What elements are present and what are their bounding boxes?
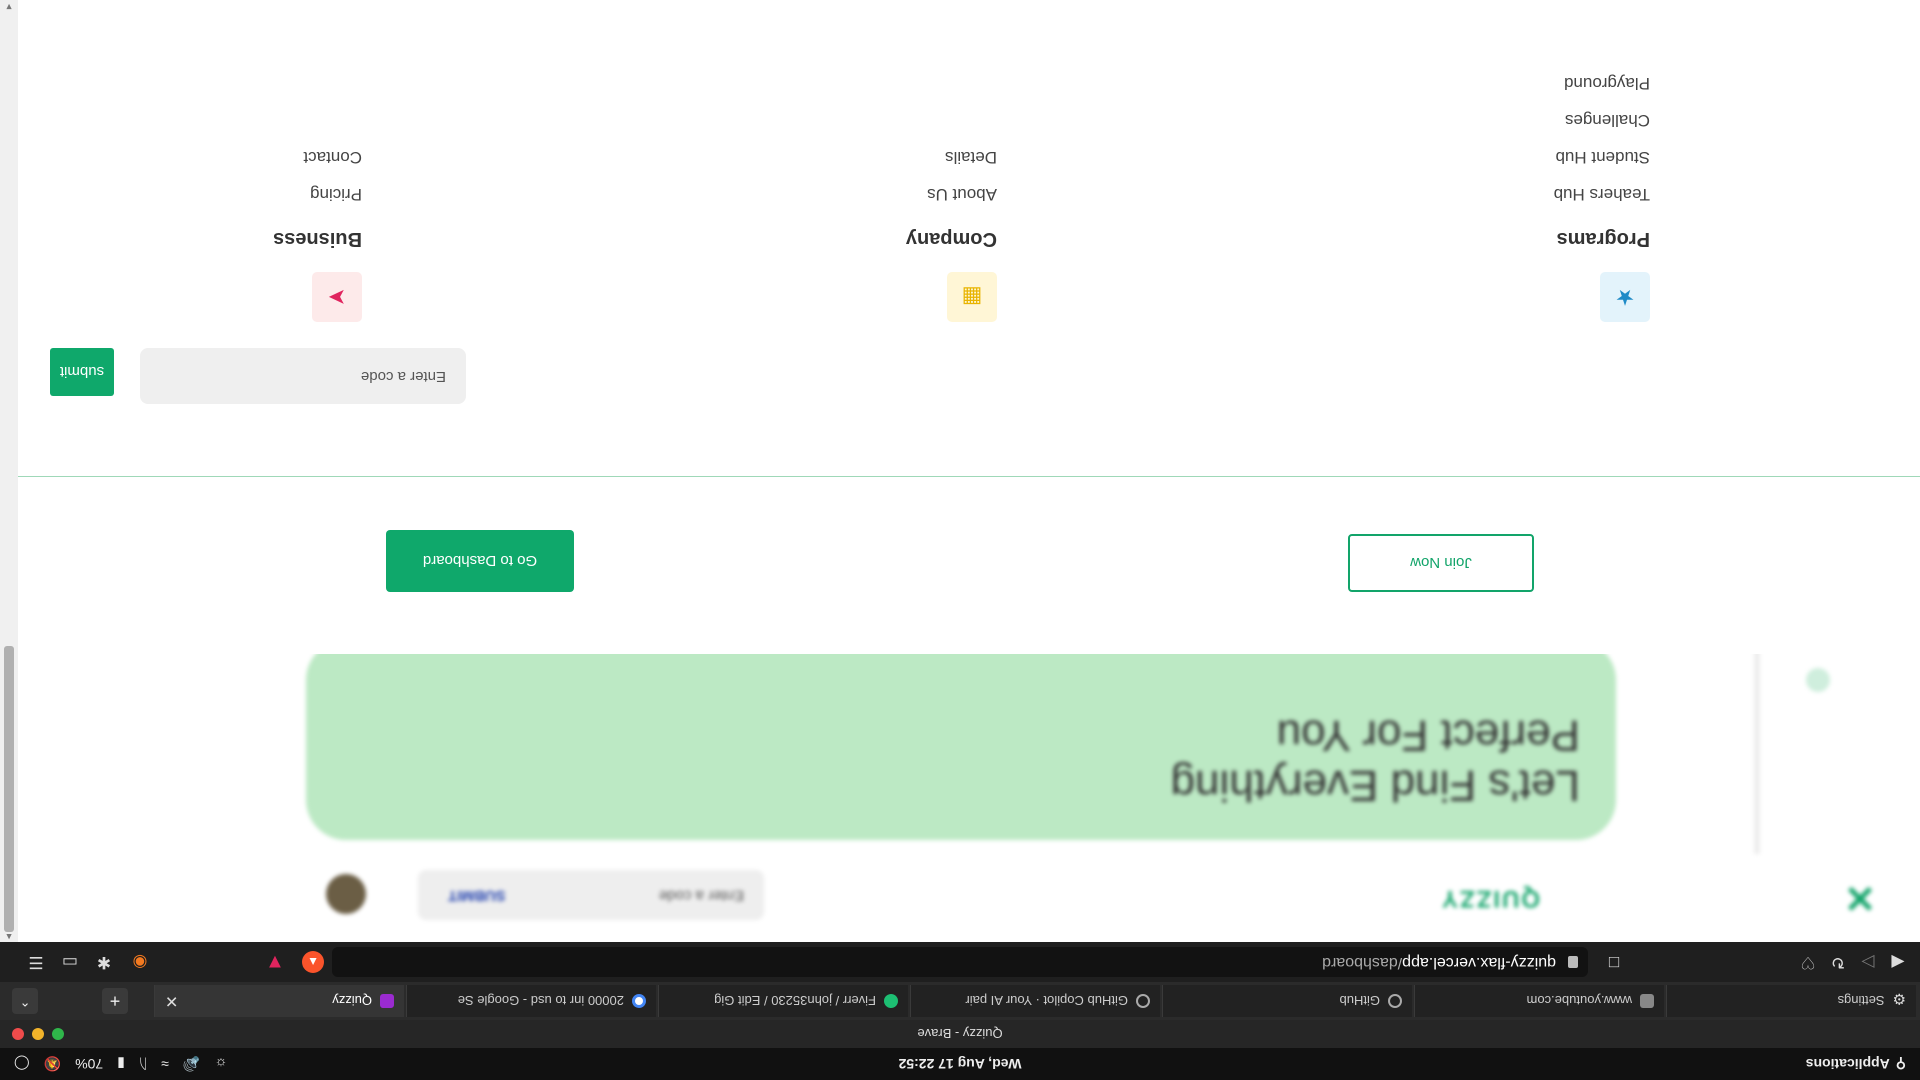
window-controls: [12, 1028, 64, 1040]
window-title: Quizzy - Brave: [917, 1026, 1003, 1041]
nav-code-input[interactable]: Enter a code SUBMIT: [418, 870, 764, 920]
browser-toolbar: ◀ ▷ ↻ ♡ □ quizzy-flax.vercel.app/dashboa…: [0, 942, 1920, 982]
tab-google[interactable]: 20000 inr to usd - Google Se: [406, 985, 656, 1017]
tab-quizzy[interactable]: Quizzy ✕: [154, 985, 404, 1017]
bookmark-icon[interactable]: ♡: [1796, 950, 1820, 974]
hero-line-1: Let's Find Everything: [1170, 761, 1581, 810]
metamask-icon[interactable]: ◉: [128, 950, 152, 974]
tab-github[interactable]: GitHub: [1162, 985, 1412, 1017]
tab-fiverr[interactable]: Fiverr / john35230 / Edit Gig: [658, 985, 908, 1017]
clock: Wed, Aug 17 22:52: [898, 1056, 1022, 1072]
forward-icon[interactable]: ▷: [1856, 950, 1880, 974]
address-bar[interactable]: quizzy-flax.vercel.app/dashboard: [332, 947, 1588, 977]
back-icon[interactable]: ◀: [1886, 950, 1910, 974]
menu-link-challenges[interactable]: Challenges: [1554, 102, 1650, 139]
minimize-button[interactable]: [32, 1028, 44, 1040]
menu-link-pricing[interactable]: Pricing: [273, 176, 362, 213]
navigation-menu: Join Now Go to Dashboard Enter a code su…: [18, 0, 1920, 654]
menu-link-playground[interactable]: Playground: [1554, 65, 1650, 102]
wallet-icon[interactable]: ▭: [58, 950, 82, 974]
gear-icon: ⚙: [1892, 990, 1906, 1007]
youtube-icon: [1640, 994, 1654, 1008]
github-icon: [1136, 994, 1150, 1008]
menu-link-contact[interactable]: Contact: [273, 139, 362, 176]
menu-submit-button[interactable]: submit: [50, 348, 114, 396]
tab-label: Settings: [1837, 993, 1885, 1009]
menu-link-student-hub[interactable]: Student Hub: [1554, 139, 1650, 176]
close-menu-icon[interactable]: ✕: [1844, 875, 1876, 920]
tab-github-copilot[interactable]: GitHub Copilot · Your AI pair: [910, 985, 1160, 1017]
tab-label: Quizzy: [332, 993, 372, 1009]
brave-shields-icon[interactable]: ▲: [302, 951, 324, 973]
menu-column-buisness: ➤ Buisness Pricing Contact: [273, 139, 362, 322]
rocket-icon: ➤: [312, 272, 362, 322]
window-title-bar: Quizzy - Brave: [0, 1020, 1920, 1048]
menu-column-company: ▦ Company About Us Details: [906, 139, 997, 322]
go-to-dashboard-button[interactable]: Go to Dashboard: [386, 530, 574, 592]
menu-link-details[interactable]: Details: [906, 139, 997, 176]
site-brand[interactable]: QUIZZY: [1440, 884, 1540, 912]
extensions-icon[interactable]: ✱: [92, 950, 116, 974]
nav-submit-button[interactable]: SUBMIT: [448, 887, 506, 904]
tab-settings[interactable]: ⚙ Settings: [1666, 985, 1916, 1017]
menu-code-placeholder: Enter a code: [360, 368, 446, 385]
github-icon: [1388, 994, 1402, 1008]
menu-divider: [18, 476, 1920, 477]
building-icon: ▦: [947, 272, 997, 322]
lock-icon: [1568, 956, 1578, 968]
menu-column-programs: ★ Programs Teahers Hub Student Hub Chall…: [1554, 65, 1650, 322]
tab-label: GitHub Copilot · Your AI pair: [965, 993, 1128, 1009]
brave-rewards-icon[interactable]: ▼: [264, 951, 286, 974]
menu-icon[interactable]: ☰: [24, 950, 48, 974]
tab-strip: ⚙ Settings www.youtube.com GitHub GitHub…: [0, 982, 1920, 1020]
page-viewport: ✕ QUIZZY Enter a code SUBMIT Let's Find …: [0, 0, 1920, 942]
column-heading: Programs: [1556, 228, 1650, 250]
url-path: /dashboard: [1322, 954, 1403, 971]
menu-link-teahers-hub[interactable]: Teahers Hub: [1554, 176, 1650, 213]
page-scrollbar[interactable]: ▲ ▼: [0, 0, 18, 942]
quizzy-icon: [380, 994, 394, 1008]
tab-label: 20000 inr to usd - Google Se: [457, 993, 624, 1009]
os-top-bar: ⚲ Applications Wed, Aug 17 22:52 ☼ 🔊 ≈ ᚢ…: [0, 1048, 1920, 1080]
scrollbar-thumb[interactable]: [4, 646, 14, 932]
screen: ⚲ Applications Wed, Aug 17 22:52 ☼ 🔊 ≈ ᚢ…: [0, 0, 1920, 1080]
join-now-button[interactable]: Join Now: [1348, 534, 1534, 592]
scroll-down-arrow-icon[interactable]: ▼: [0, 0, 18, 12]
google-icon: [632, 994, 646, 1008]
site-navbar: ✕ QUIZZY Enter a code SUBMIT: [0, 854, 1920, 942]
sidebar-dot: [1806, 668, 1830, 692]
bulb-icon: ★: [1600, 272, 1650, 322]
maximize-button[interactable]: [52, 1028, 64, 1040]
url-host: quizzy-flax.vercel.app: [1402, 954, 1556, 971]
menu-code-input[interactable]: Enter a code: [140, 348, 466, 404]
close-tab-icon[interactable]: ✕: [165, 991, 186, 1011]
new-tab-button[interactable]: +: [102, 988, 128, 1014]
menu-link-about-us[interactable]: About Us: [906, 176, 997, 213]
fiverr-icon: [884, 994, 898, 1008]
reload-icon[interactable]: ↻: [1826, 950, 1850, 974]
hero-heading: Let's Find Everything Perfect For You: [1171, 710, 1581, 810]
tab-youtube[interactable]: www.youtube.com: [1414, 985, 1664, 1017]
bookmark-page-icon[interactable]: □: [1602, 950, 1626, 974]
hero-line-2: Perfect For You: [1276, 711, 1580, 760]
close-window-button[interactable]: [12, 1028, 24, 1040]
tab-search-button[interactable]: ⌃: [12, 988, 38, 1014]
column-heading: Buisness: [273, 228, 362, 250]
avatar[interactable]: [326, 874, 366, 914]
tab-label: GitHub: [1339, 993, 1380, 1009]
column-heading: Company: [905, 228, 997, 250]
tab-label: www.youtube.com: [1526, 993, 1633, 1009]
tab-label: Fiverr / john35230 / Edit Gig: [714, 993, 876, 1009]
nav-code-placeholder: Enter a code: [658, 887, 744, 904]
